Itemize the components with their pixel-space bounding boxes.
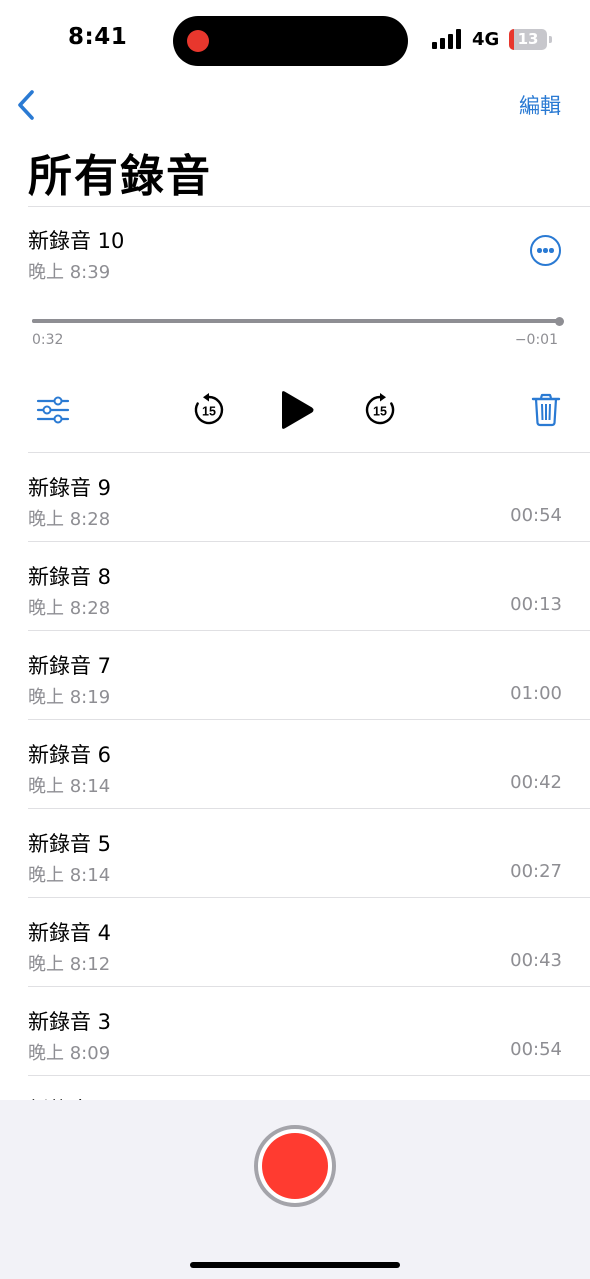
play-icon[interactable] — [278, 389, 316, 431]
record-icon — [262, 1133, 328, 1199]
list-item[interactable]: 新錄音 5 晚上 8:14 00:27 — [0, 809, 590, 898]
item-title: 新錄音 3 — [28, 1010, 112, 1034]
item-duration: 00:54 — [510, 1039, 562, 1060]
battery-icon: 13 — [509, 29, 547, 50]
page-title: 所有錄音 — [28, 151, 212, 202]
network-type: 4G — [472, 29, 500, 50]
item-title: 新錄音 8 — [28, 565, 112, 589]
item-title: 新錄音 4 — [28, 921, 112, 945]
battery-level: 13 — [517, 30, 539, 48]
trash-icon[interactable] — [531, 393, 561, 427]
item-title: 新錄音 9 — [28, 476, 112, 500]
scrubber-handle[interactable] — [555, 317, 564, 326]
list-item[interactable]: 新錄音 8 晚上 8:28 00:13 — [0, 542, 590, 631]
svg-text:15: 15 — [202, 405, 216, 419]
item-title: 新錄音 7 — [28, 654, 112, 678]
status-time: 8:41 — [68, 24, 128, 50]
recording-title[interactable]: 新錄音 10 — [28, 225, 124, 255]
item-time: 晚上 8:14 — [28, 865, 111, 886]
recording-time: 晚上 8:39 — [28, 262, 111, 283]
battery-tip — [549, 36, 552, 43]
edit-button[interactable]: 編輯 — [519, 90, 561, 120]
item-time: 晚上 8:19 — [28, 687, 111, 708]
header-divider — [28, 206, 590, 207]
item-time: 晚上 8:12 — [28, 954, 111, 975]
list-item[interactable]: 新錄音 4 晚上 8:12 00:43 — [0, 898, 590, 987]
back-button[interactable] — [14, 88, 42, 122]
item-duration: 00:43 — [510, 950, 562, 971]
dynamic-island — [173, 16, 408, 66]
list-item[interactable]: 新錄音 9 晚上 8:28 00:54 — [0, 453, 590, 542]
recording-indicator — [187, 30, 209, 52]
more-dot — [537, 248, 542, 253]
record-panel — [0, 1100, 590, 1279]
more-options-button[interactable] — [530, 235, 561, 266]
list-item[interactable]: 新錄音 7 晚上 8:19 01:00 — [0, 631, 590, 720]
elapsed-time: 0:32 — [32, 332, 64, 348]
remaining-time: −0:01 — [514, 332, 558, 348]
item-time: 晚上 8:28 — [28, 509, 111, 530]
item-duration: 00:54 — [510, 505, 562, 526]
item-duration: 01:00 — [510, 683, 562, 704]
item-time: 晚上 8:28 — [28, 598, 111, 619]
sliders-icon[interactable] — [36, 395, 70, 425]
status-bar: 8:41 4G 13 — [0, 0, 590, 80]
scrubber-progress — [32, 319, 544, 323]
list-item[interactable]: 新錄音 3 晚上 8:09 00:54 — [0, 987, 590, 1076]
item-duration: 00:27 — [510, 861, 562, 882]
item-duration: 00:13 — [510, 594, 562, 615]
cellular-signal-icon — [432, 29, 461, 49]
list-item[interactable]: 新錄音 6 晚上 8:14 00:42 — [0, 720, 590, 809]
item-title: 新錄音 6 — [28, 743, 112, 767]
skip-back-15-icon[interactable]: 15 — [192, 393, 226, 427]
more-dot — [543, 248, 548, 253]
svg-text:15: 15 — [373, 405, 387, 419]
item-time: 晚上 8:09 — [28, 1043, 111, 1064]
record-button[interactable] — [254, 1125, 336, 1207]
home-indicator[interactable] — [190, 1262, 400, 1268]
scrubber-track[interactable] — [32, 319, 559, 323]
item-title: 新錄音 5 — [28, 832, 112, 856]
more-dot — [549, 248, 554, 253]
item-duration: 00:42 — [510, 772, 562, 793]
item-time: 晚上 8:14 — [28, 776, 111, 797]
skip-forward-15-icon[interactable]: 15 — [363, 393, 397, 427]
